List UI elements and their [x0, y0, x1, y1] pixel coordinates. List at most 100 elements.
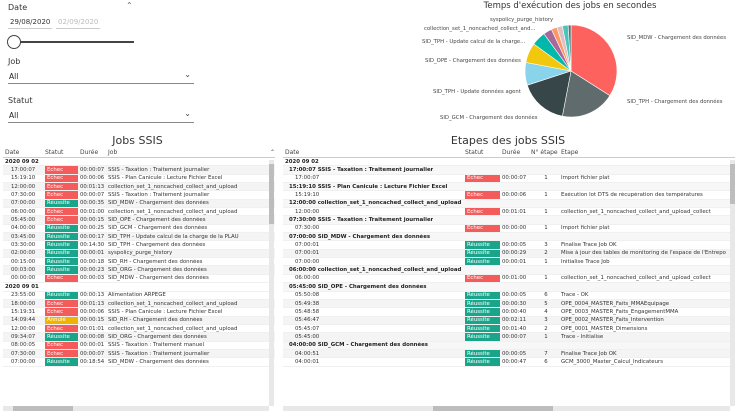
- cell-job: SID_RH - Chargement des données: [108, 317, 203, 324]
- table-row[interactable]: 00:03:00 Réussite 00:00:23 SID_ORG - Charge…: [3, 266, 275, 275]
- cell-step-num: 2: [544, 250, 548, 257]
- cell-duration: 00:00:05: [502, 292, 527, 299]
- status-badge: Echec: [45, 166, 78, 174]
- table-row[interactable]: 09:34:07 Réussite 00:00:08 SID_ORG - Charge…: [3, 333, 275, 342]
- cell-step-num: 1: [544, 192, 548, 199]
- date-slider-handle[interactable]: [7, 35, 21, 49]
- chevron-up-icon[interactable]: ⌃: [126, 1, 133, 10]
- date-to-input[interactable]: 02/09/2020: [56, 16, 100, 29]
- col-statut[interactable]: Statut: [45, 149, 80, 156]
- cell-step-num: 6: [544, 292, 548, 299]
- table-row[interactable]: 03:45:00 Réussite 00:00:17 SID_TPH - Update…: [3, 233, 275, 242]
- table-row[interactable]: 05:48:58 Réussite 00:00:40 4 OPE_0003_MASTER…: [283, 308, 735, 317]
- table-row[interactable]: 07:30:00 Echec 00:00:07 SSIS - Taxation : T…: [3, 191, 275, 200]
- table-row[interactable]: 12:00:00 Echec 00:01:01 collection_set_1_no…: [3, 324, 275, 334]
- col-date[interactable]: Date: [3, 149, 45, 156]
- table-row[interactable]: 15:19:10 Echec 00:00:06 1 Exécution lot DTS …: [283, 191, 735, 200]
- date-from-input[interactable]: 29/08/2020: [8, 16, 52, 29]
- jobs-table-header: Date Statut Durée Job ⌃: [3, 148, 275, 158]
- col-statut[interactable]: Statut: [465, 149, 502, 156]
- cell-step: OPE_0003_MASTER_Faits_EngagementMMA: [561, 308, 679, 315]
- cell-time: 15:19:10: [11, 175, 36, 182]
- col-duree[interactable]: Durée: [80, 149, 108, 156]
- table-row[interactable]: 05:50:08 Réussite 00:00:05 6 Trace - OK: [283, 291, 735, 300]
- job-header-row[interactable]: 17:00:07 SSIS - Taxation : Traitement jo…: [283, 166, 735, 175]
- sort-icon[interactable]: ⌃: [270, 149, 275, 156]
- steps-scrollbar[interactable]: [730, 160, 735, 406]
- table-row[interactable]: 07:30:00 Echec 00:00:07 SSIS - Taxation : T…: [3, 349, 275, 359]
- table-row[interactable]: 05:45:00 Réussite 00:00:07 1 Trace - Initial…: [283, 333, 735, 342]
- col-etape[interactable]: Etape: [561, 149, 711, 156]
- table-row[interactable]: 07:00:00 Réussite 00:00:35 SID_MDW - Charge…: [3, 199, 275, 209]
- table-row[interactable]: 15:19:10 Echec 00:00:06 SSIS - Plan Canicul…: [3, 174, 275, 184]
- table-row[interactable]: 07:00:00 Réussite 00:18:54 SID_MDW - Charge…: [3, 358, 275, 367]
- table-row[interactable]: 23:55:00 Réussite 00:00:13 Alimentation ARP…: [3, 291, 275, 300]
- cell-job: SID_MDW - Chargement des données: [108, 200, 209, 207]
- cell-job: syspolicy_purge_history: [108, 250, 173, 257]
- group-row[interactable]: 2020 09 01: [3, 283, 275, 292]
- group-row[interactable]: 2020 09 02: [283, 158, 735, 167]
- job-header-row[interactable]: 12:00:00 collection_set_1_noncached_coll…: [283, 199, 735, 209]
- table-row[interactable]: 04:00:00 Réussite 00:00:25 SID_GCM - Charge…: [3, 224, 275, 234]
- cell-duration: 00:00:29: [502, 250, 527, 257]
- cell-step: Import fichier plat: [561, 225, 610, 232]
- status-badge: Annulé: [45, 316, 78, 324]
- job-header-row[interactable]: 15:19:10 SSIS - Plan Canicule : Lecture …: [283, 183, 735, 192]
- col-duree[interactable]: Durée: [502, 149, 531, 156]
- date-slider-track[interactable]: [10, 41, 134, 43]
- table-row[interactable]: 04:00:51 Réussite 00:00:05 7 Finalise Trace …: [283, 349, 735, 359]
- table-row[interactable]: 05:45:00 Echec 00:00:15 SID_OPE - Chargemen…: [3, 216, 275, 225]
- job-dropdown[interactable]: All ⌄: [8, 70, 194, 84]
- table-row[interactable]: 07:00:01 Réussite 00:00:05 3 Finalise Trace …: [283, 241, 735, 250]
- table-row[interactable]: 14:09:44 Annulé 00:00:15 SID_RH - Chargemen…: [3, 316, 275, 325]
- job-header-row[interactable]: 07:00:00 SID_MDW - Chargement des donnée…: [283, 233, 735, 242]
- cell-duration: 00:00:30: [502, 300, 527, 307]
- cell-duration: 00:00:23: [80, 267, 105, 274]
- jobs-hscrollbar[interactable]: [3, 406, 269, 411]
- cell-time: 15:19:31: [11, 308, 36, 315]
- table-row[interactable]: 05:45:07 Réussite 00:01:40 2 OPE_0001_MASTER…: [283, 324, 735, 334]
- col-job[interactable]: Job: [108, 149, 258, 156]
- cell-step: GCM_3000_Master_Calcul_Indicateurs: [561, 358, 664, 365]
- steps-hscrollbar[interactable]: [283, 406, 730, 411]
- cell-job: SSIS - Taxation : Traitement journalier: [108, 350, 210, 357]
- status-badge: Echec: [45, 216, 78, 224]
- job-header-row[interactable]: 04:00:00 SID_GCM - Chargement des donnée…: [283, 341, 735, 350]
- table-row[interactable]: 06:00:00 Echec 00:01:00 collection_set_1_no…: [3, 208, 275, 217]
- steps-hscrollbar-thumb[interactable]: [433, 406, 553, 411]
- jobs-scrollbar-thumb[interactable]: [269, 164, 274, 224]
- job-header-row[interactable]: 06:00:00 collection_set_1_noncached_coll…: [283, 266, 735, 275]
- table-row[interactable]: 06:00:00 Echec 00:01:00 1 collection_set_1_n…: [283, 274, 735, 284]
- table-row[interactable]: 17:00:07 Echec 00:00:07 1 Import fichier pla…: [283, 174, 735, 184]
- table-row[interactable]: 05:46:47 Réussite 00:02:11 3 OPE_0002_MASTER…: [283, 316, 735, 325]
- col-etape-num[interactable]: N° étape: [531, 149, 561, 156]
- job-header-row[interactable]: 05:45:00 SID_OPE - Chargement des donnée…: [283, 283, 735, 292]
- table-row[interactable]: 00:00:00 Echec 00:00:03 SID_MDW - Chargemen…: [3, 274, 275, 284]
- table-row[interactable]: 03:30:00 Réussite 00:14:30 SID_TPH - Charge…: [3, 241, 275, 250]
- cell-duration: 00:00:07: [502, 333, 527, 340]
- table-row[interactable]: 17:00:07 Echec 00:00:07 SSIS - Taxation : T…: [3, 166, 275, 175]
- table-row[interactable]: 15:19:31 Echec 00:00:06 SSIS - Plan Canicul…: [3, 308, 275, 317]
- table-row[interactable]: 08:00:05 Echec 00:00:01 SSIS - Taxation : T…: [3, 341, 275, 350]
- table-row[interactable]: 18:00:00 Echec 00:01:13 collection_set_1_no…: [3, 299, 275, 309]
- status-badge: Réussite: [465, 241, 500, 249]
- table-row[interactable]: 02:00:00 Réussite 00:00:01 syspolicy_purge_…: [3, 249, 275, 259]
- group-row[interactable]: 2020 09 02: [3, 158, 275, 167]
- table-row[interactable]: 04:00:01 Réussite 00:00:47 6 GCM_3000_Master…: [283, 358, 735, 367]
- table-row[interactable]: 07:30:00 Echec 00:00:00 1 Import fichier pla…: [283, 224, 735, 234]
- steps-scrollbar-thumb[interactable]: [730, 164, 735, 204]
- cell-time: 07:00:01: [295, 242, 320, 249]
- table-row[interactable]: 07:00:01 Réussite 00:00:29 2 Mise à jour des…: [283, 249, 735, 259]
- statut-dropdown[interactable]: All ⌄: [8, 109, 194, 123]
- jobs-scrollbar[interactable]: [269, 160, 274, 406]
- table-row[interactable]: 05:49:38 Réussite 00:00:30 5 OPE_0004_MASTER…: [283, 299, 735, 309]
- table-row[interactable]: 12:00:00 Echec 00:01:01 1 collection_set_1_n…: [283, 208, 735, 217]
- col-date[interactable]: Date: [283, 149, 465, 156]
- status-badge: Réussite: [45, 333, 78, 341]
- table-row[interactable]: 12:00:00 Echec 00:01:13 collection_set_1_no…: [3, 183, 275, 192]
- table-row[interactable]: 07:00:00 Réussite 00:00:01 1 Initialise Trac…: [283, 258, 735, 267]
- jobs-hscrollbar-thumb[interactable]: [13, 406, 73, 411]
- cell-job: SID_TPH - Chargement des données: [108, 242, 206, 249]
- job-header-row[interactable]: 07:30:00 SSIS - Taxation : Traitement jo…: [283, 216, 735, 225]
- table-row[interactable]: 00:15:00 Réussite 00:00:18 SID_RH - Chargem…: [3, 258, 275, 267]
